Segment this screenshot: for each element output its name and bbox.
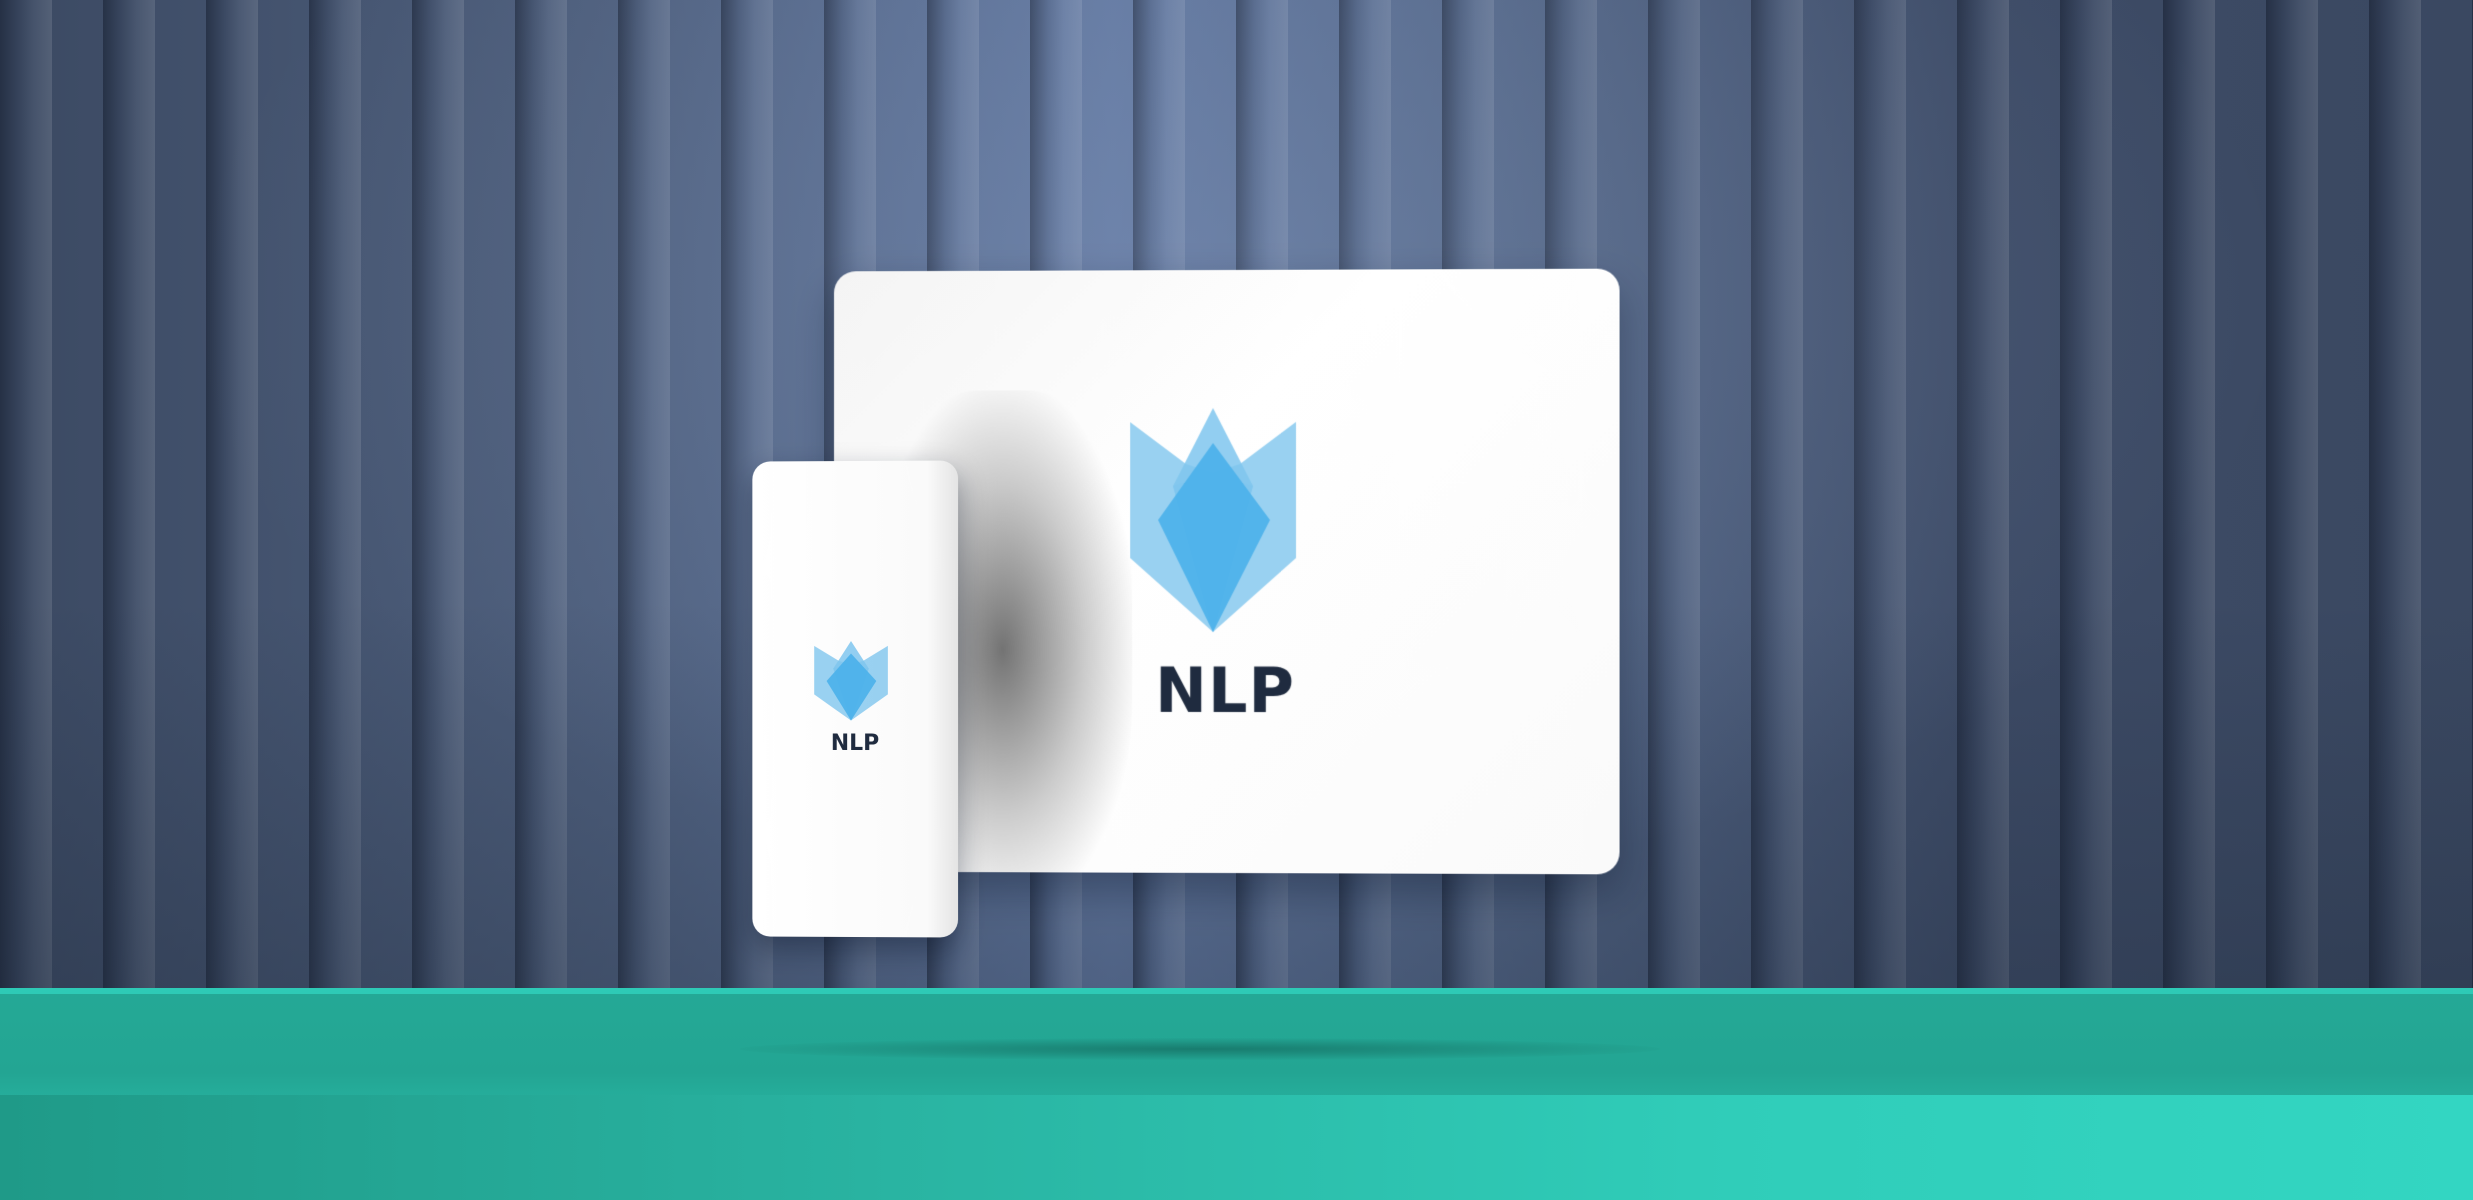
- nlp-flame-logo-icon: [814, 641, 888, 721]
- floor-edge: [0, 988, 2473, 994]
- device-floor-shadow: [740, 1038, 1660, 1060]
- floor-step: [0, 1095, 2473, 1200]
- nlp-flame-logo-icon: [1130, 408, 1296, 633]
- phone-brand-text: NLP: [752, 731, 958, 756]
- phone-mockup: NLP: [752, 460, 958, 937]
